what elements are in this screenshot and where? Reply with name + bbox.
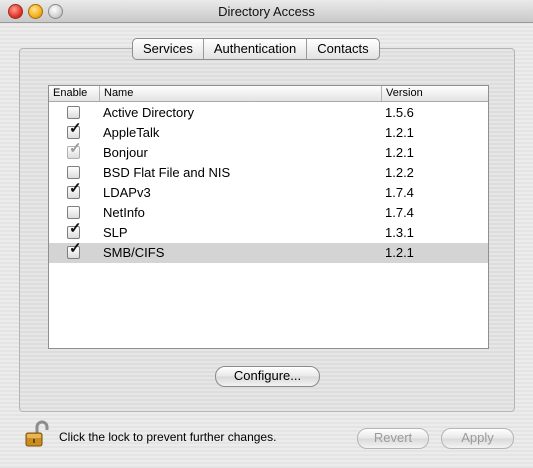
tab-authentication[interactable]: Authentication	[204, 39, 308, 59]
column-header-name[interactable]: Name	[104, 87, 133, 101]
window-title: Directory Access	[218, 4, 315, 19]
enable-checkbox[interactable]: ✓	[67, 241, 82, 259]
service-version: 1.2.1	[385, 145, 414, 160]
service-name: SLP	[103, 225, 128, 240]
table-header: Enable Name Version	[49, 86, 488, 102]
services-table[interactable]: Enable Name Version Active Directory 1.5…	[48, 85, 489, 349]
service-version: 1.5.6	[385, 105, 414, 120]
lock-status-text: Click the lock to prevent further change…	[59, 430, 277, 444]
enable-checkbox[interactable]	[67, 206, 80, 219]
directory-access-window: Directory Access Services Authentication…	[0, 0, 533, 468]
table-row[interactable]: ✓ AppleTalk 1.2.1	[49, 121, 488, 143]
enable-checkbox[interactable]: ✓	[67, 121, 82, 139]
enable-checkbox[interactable]	[67, 106, 80, 119]
table-row[interactable]: ✓ Bonjour 1.2.1	[49, 141, 488, 163]
service-version: 1.3.1	[385, 225, 414, 240]
service-name: SMB/CIFS	[103, 245, 165, 260]
service-name: Bonjour	[103, 145, 148, 160]
title-bar[interactable]: Directory Access	[0, 0, 533, 23]
enable-checkbox[interactable]: ✓	[67, 181, 82, 199]
checkmark-icon: ✓	[69, 240, 82, 257]
enable-checkbox[interactable]	[67, 166, 80, 179]
table-row[interactable]: Active Directory 1.5.6	[49, 103, 488, 123]
revert-button[interactable]: Revert	[357, 428, 429, 449]
unlocked-padlock-icon[interactable]	[23, 419, 53, 449]
service-version: 1.2.2	[385, 165, 414, 180]
enable-checkbox[interactable]: ✓	[67, 141, 82, 159]
checkmark-icon: ✓	[69, 120, 82, 137]
tab-contacts[interactable]: Contacts	[307, 39, 378, 59]
column-header-version[interactable]: Version	[386, 87, 423, 101]
configure-button[interactable]: Configure...	[215, 366, 320, 387]
column-header-enable[interactable]: Enable	[53, 87, 87, 101]
checkmark-icon: ✓	[69, 180, 82, 197]
enable-checkbox[interactable]: ✓	[67, 221, 82, 239]
column-divider	[381, 86, 382, 101]
table-row[interactable]: NetInfo 1.7.4	[49, 203, 488, 223]
table-row[interactable]: ✓ SLP 1.3.1	[49, 221, 488, 243]
service-name: LDAPv3	[103, 185, 151, 200]
tab-bar: Services Authentication Contacts	[132, 38, 380, 60]
checkmark-icon: ✓	[69, 140, 82, 157]
service-name: Active Directory	[103, 105, 195, 120]
service-name: AppleTalk	[103, 125, 160, 140]
table-row[interactable]: ✓ SMB/CIFS 1.2.1	[49, 241, 488, 263]
checkmark-icon: ✓	[69, 220, 82, 237]
table-row[interactable]: ✓ LDAPv3 1.7.4	[49, 181, 488, 203]
column-divider	[99, 86, 100, 101]
tab-services[interactable]: Services	[133, 39, 204, 59]
service-version: 1.7.4	[385, 205, 414, 220]
apply-button[interactable]: Apply	[441, 428, 514, 449]
service-version: 1.2.1	[385, 245, 414, 260]
service-version: 1.7.4	[385, 185, 414, 200]
service-name: BSD Flat File and NIS	[103, 165, 231, 180]
service-version: 1.2.1	[385, 125, 414, 140]
service-name: NetInfo	[103, 205, 145, 220]
table-row[interactable]: BSD Flat File and NIS 1.2.2	[49, 163, 488, 183]
